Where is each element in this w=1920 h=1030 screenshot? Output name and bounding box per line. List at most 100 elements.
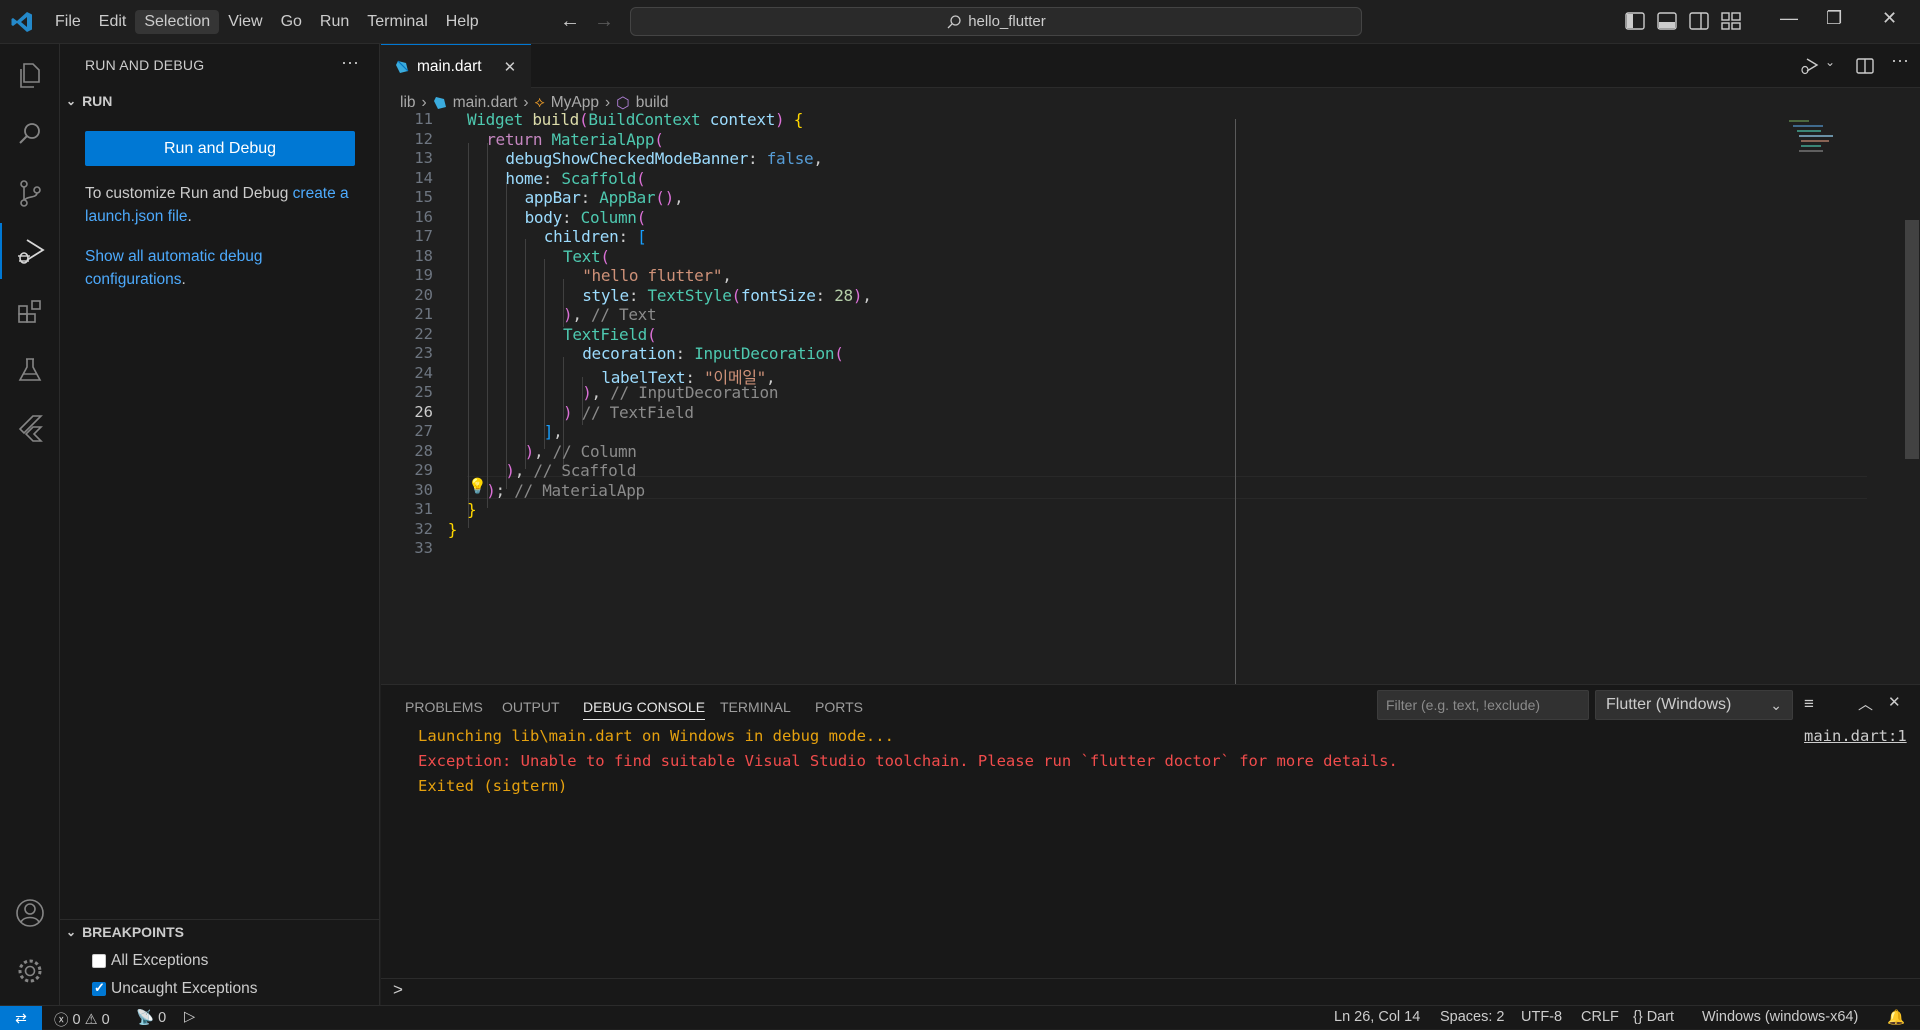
toggle-panel-icon[interactable] (1656, 10, 1678, 32)
editor-scrollbar-thumb[interactable] (1905, 220, 1919, 459)
code-editor[interactable]: 💡 11 Widget build(BuildContext context) {… (381, 110, 1919, 684)
back-arrow-icon[interactable]: ← (560, 10, 580, 33)
breakpoint-label: Uncaught Exceptions (111, 980, 258, 997)
customize-text: To customize Run and Debug create a laun… (85, 182, 360, 228)
forward-arrow-icon[interactable]: → (594, 10, 614, 33)
menu-go[interactable]: Go (272, 10, 311, 34)
toggle-primary-sidebar-icon[interactable] (1624, 10, 1646, 32)
debug-status[interactable]: ▷ (184, 1009, 195, 1025)
title-bar: File Edit Selection View Go Run Terminal… (0, 0, 1920, 44)
tab-debug-console[interactable]: DEBUG CONSOLE (583, 699, 706, 720)
close-window-icon[interactable]: ✕ (1882, 8, 1897, 29)
chevron-down-icon[interactable]: ⌄ (1825, 55, 1835, 69)
tab-ports[interactable]: PORTS (815, 699, 863, 715)
menu-view[interactable]: View (219, 10, 271, 34)
code-line: debugShowCheckedModeBanner: false, (505, 149, 823, 168)
search-button[interactable] (0, 106, 60, 162)
line-number: 23 (414, 344, 433, 362)
source-control-button[interactable] (0, 165, 60, 221)
cursor-position[interactable]: Ln 26, Col 14 (1334, 1009, 1420, 1025)
line-number: 19 (414, 266, 433, 284)
warning-icon: ⚠ (84, 1011, 98, 1028)
dart-file-icon (433, 97, 446, 109)
run-and-debug-button[interactable]: Run and Debug (85, 131, 355, 166)
uncaught-exceptions-checkbox[interactable] (92, 980, 106, 996)
editor-tab-bar: main.dart ✕ ⌄ ··· (381, 44, 1920, 88)
problems-status[interactable]: ⓧ 0 ⚠ 0 (54, 1009, 110, 1030)
breakpoint-all-exceptions[interactable]: All Exceptions (92, 952, 208, 970)
more-actions-icon[interactable]: ··· (341, 52, 359, 73)
notifications-icon[interactable]: 🔔 (1887, 1009, 1905, 1026)
run-debug-dropdown-icon[interactable] (1800, 56, 1822, 76)
tab-terminal[interactable]: TERMINAL (720, 699, 791, 715)
console-filter-input[interactable]: Filter (e.g. text, !exclude) (1377, 690, 1589, 720)
run-debug-icon: ▷ (184, 1009, 196, 1025)
eol-status[interactable]: CRLF (1581, 1009, 1619, 1025)
menu-selection[interactable]: Selection (135, 9, 220, 34)
indentation-status[interactable]: Spaces: 2 (1440, 1009, 1505, 1025)
console-input[interactable] (411, 980, 1891, 1002)
flutter-button[interactable] (0, 400, 60, 456)
source-location-link[interactable]: main.dart:1 (1804, 727, 1907, 745)
warning-count: 0 (101, 1011, 110, 1028)
menu-file[interactable]: File (46, 10, 90, 34)
remote-icon[interactable]: ⇄ (0, 1006, 42, 1030)
line-number: 18 (414, 246, 433, 265)
customize-label: To customize Run and Debug (85, 185, 293, 202)
customize-layout-icon[interactable] (1720, 10, 1742, 32)
close-panel-icon[interactable]: ✕ (1888, 693, 1901, 711)
line-number: 32 (414, 519, 433, 538)
tab-output[interactable]: OUTPUT (502, 699, 560, 715)
show-all-end: . (181, 271, 186, 288)
tab-problems[interactable]: PROBLEMS (405, 699, 483, 715)
lightbulb-icon[interactable]: 💡 (468, 477, 487, 495)
line-number: 12 (414, 129, 433, 148)
tab-main-dart[interactable]: main.dart ✕ (381, 44, 531, 88)
menu-terminal[interactable]: Terminal (358, 10, 436, 34)
gear-icon (18, 959, 42, 983)
language-status[interactable]: {} Dart (1633, 1009, 1674, 1025)
command-center-search[interactable]: hello_flutter (630, 7, 1362, 36)
extensions-button[interactable] (0, 284, 60, 340)
menu-run[interactable]: Run (311, 10, 358, 34)
device-status[interactable]: Windows (windows-x64) (1702, 1009, 1858, 1025)
search-icon (19, 123, 40, 144)
ports-count: 0 (158, 1009, 167, 1026)
minimize-icon[interactable]: — (1780, 8, 1798, 29)
close-tab-icon[interactable]: ✕ (504, 58, 517, 76)
clear-console-icon[interactable]: ≡ (1804, 694, 1814, 714)
encoding-status[interactable]: UTF-8 (1521, 1009, 1562, 1025)
line-number: 21 (414, 305, 433, 323)
explorer-button[interactable] (0, 47, 60, 103)
ports-status[interactable]: 📡 0 (136, 1009, 167, 1027)
restore-icon[interactable]: ❐ (1826, 8, 1842, 29)
minimap[interactable] (1789, 117, 1837, 177)
run-and-debug-button[interactable] (0, 223, 60, 279)
toggle-secondary-sidebar-icon[interactable] (1688, 10, 1710, 32)
breakpoints-section-header[interactable]: ⌄ BREAKPOINTS (66, 924, 184, 940)
all-exceptions-checkbox[interactable] (92, 954, 106, 968)
run-section-header[interactable]: ⌄ RUN (66, 93, 112, 109)
manage-button[interactable] (0, 943, 60, 999)
testing-button[interactable] (0, 342, 60, 398)
menu-edit[interactable]: Edit (90, 10, 136, 34)
show-all-configurations-link[interactable]: Show all automatic debug configurations (85, 248, 263, 288)
breakpoint-uncaught-exceptions[interactable]: Uncaught Exceptions (92, 980, 257, 998)
more-actions-icon[interactable]: ··· (1891, 50, 1909, 71)
menu-help[interactable]: Help (437, 10, 488, 34)
line-number: 26 (414, 402, 433, 421)
status-bar: ⇄ ⓧ 0 ⚠ 0 📡 0 ▷ Ln 26, Col 14 Spaces: 2 UTF… (0, 1005, 1920, 1030)
line-number: 14 (414, 168, 433, 187)
line-number: 17 (414, 227, 433, 245)
debug-target-select[interactable]: Flutter (Windows) ⌄ (1595, 690, 1793, 720)
source-control-icon (20, 180, 41, 207)
code-line: decoration: InputDecoration( (582, 344, 844, 363)
activity-bar (0, 44, 60, 1005)
files-icon (20, 63, 40, 88)
accounts-button[interactable] (0, 885, 60, 941)
line-number: 27 (414, 422, 433, 440)
tab-label: main.dart (417, 57, 482, 75)
split-editor-icon[interactable] (1855, 56, 1875, 76)
line-number: 30 (414, 480, 433, 499)
maximize-panel-icon[interactable]: ︿ (1858, 693, 1873, 714)
